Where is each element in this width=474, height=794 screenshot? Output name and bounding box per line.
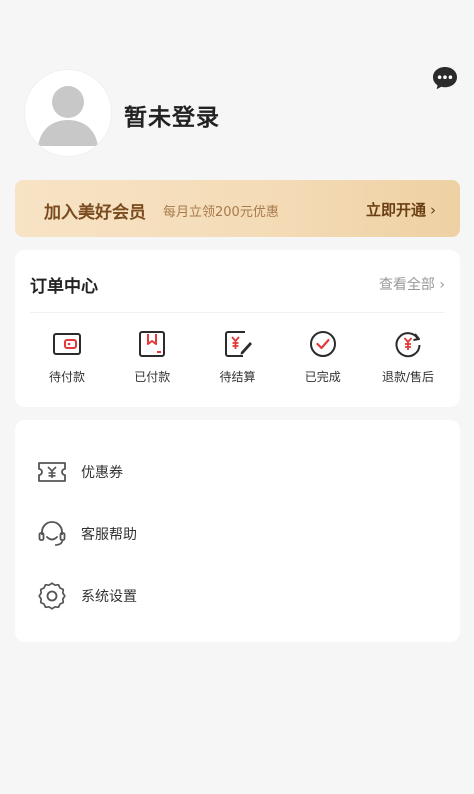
yen-edit-icon xyxy=(224,331,252,357)
view-all-orders-link[interactable]: 查看全部 › xyxy=(379,274,445,294)
headset-icon xyxy=(38,521,66,546)
order-center-card: 订单中心 查看全部 › 待付款 已付款 待结算 已完成 退款/售后 xyxy=(15,250,460,407)
order-refund-aftersale[interactable]: 退款/售后 xyxy=(368,330,448,390)
coupon-icon xyxy=(38,462,66,482)
membership-banner[interactable]: 加入美好会员 每月立领200元优惠 立即开通 › xyxy=(15,180,460,237)
tool-label: 客服帮助 xyxy=(81,527,137,543)
check-circle-icon xyxy=(309,331,336,357)
wallet-icon xyxy=(53,333,81,355)
order-item-label: 已完成 xyxy=(304,370,341,384)
avatar[interactable] xyxy=(25,70,111,156)
customer-service-entry[interactable]: 客服帮助 xyxy=(37,519,137,549)
order-completed[interactable]: 已完成 xyxy=(283,330,363,390)
yen-refresh-icon xyxy=(395,332,421,358)
divider xyxy=(30,312,445,313)
system-settings-entry[interactable]: 系统设置 xyxy=(37,581,137,611)
order-item-label: 待付款 xyxy=(48,370,85,384)
chevron-right-icon: › xyxy=(439,277,445,293)
order-center-title: 订单中心 xyxy=(30,277,98,297)
default-user-icon xyxy=(25,70,111,156)
order-item-label: 已付款 xyxy=(134,370,171,384)
chat-bubble-icon xyxy=(433,67,457,90)
gear-icon xyxy=(38,582,66,610)
view-all-label: 查看全部 xyxy=(378,277,435,293)
message-button[interactable] xyxy=(431,64,459,92)
login-status[interactable]: 暂未登录 xyxy=(124,98,220,132)
chevron-right-icon: › xyxy=(430,201,436,219)
membership-subtitle: 每月立领200元优惠 xyxy=(163,205,279,220)
bookmark-box-icon xyxy=(139,331,166,357)
order-status-row: 待付款 已付款 待结算 已完成 退款/售后 xyxy=(15,330,460,390)
tool-label: 系统设置 xyxy=(81,589,137,605)
order-pending-payment[interactable]: 待付款 xyxy=(27,330,107,390)
order-paid[interactable]: 已付款 xyxy=(112,330,192,390)
membership-title: 加入美好会员 xyxy=(44,203,146,223)
coupon-entry[interactable]: 优惠券 xyxy=(37,457,123,487)
tools-card: 优惠券 客服帮助 系统设置 xyxy=(15,420,460,642)
order-item-label: 待结算 xyxy=(219,370,256,384)
order-pending-settlement[interactable]: 待结算 xyxy=(198,330,278,390)
order-item-label: 退款/售后 xyxy=(381,370,435,384)
profile-header: 暂未登录 xyxy=(0,0,474,175)
tool-label: 优惠券 xyxy=(81,465,123,481)
activate-membership-button[interactable]: 立即开通 › xyxy=(366,199,436,220)
activate-label: 立即开通 xyxy=(365,201,426,219)
